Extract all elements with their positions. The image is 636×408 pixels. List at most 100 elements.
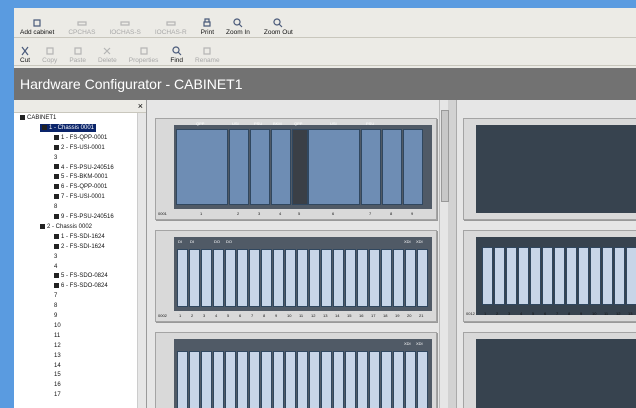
tree-node-slot[interactable]: 17	[54, 391, 61, 399]
module-slot[interactable]	[308, 129, 360, 205]
tree-node-slot[interactable]: 4 - FS-PSU-240516	[54, 164, 114, 172]
module-slot[interactable]	[405, 249, 416, 307]
module-slot[interactable]	[345, 249, 356, 307]
module-slot[interactable]	[201, 351, 212, 408]
module-slot[interactable]	[417, 351, 428, 408]
tree-node-slot[interactable]: 5 - FS-SDO-0824	[54, 272, 108, 280]
tree-node-slot[interactable]: 7	[54, 292, 57, 300]
module-slot[interactable]	[405, 351, 416, 408]
toolbar-button-print[interactable]: Print	[201, 18, 214, 36]
tree-node-slot[interactable]: 10	[54, 322, 61, 330]
toolbar-button-find[interactable]: Find	[170, 46, 183, 64]
module-slot[interactable]	[249, 351, 260, 408]
module-slot[interactable]	[369, 249, 380, 307]
module-slot[interactable]	[578, 247, 589, 305]
tree-node-slot[interactable]: 6 - FS-QPP-0001	[54, 183, 107, 191]
module-slot[interactable]	[626, 247, 636, 305]
close-panel-button[interactable]: ×	[138, 100, 143, 112]
module-slot[interactable]	[530, 247, 541, 305]
module-slot[interactable]	[333, 249, 344, 307]
module-slot[interactable]	[261, 249, 272, 307]
tree-node-slot[interactable]: 14	[54, 362, 61, 370]
tree-node-slot[interactable]: 5 - FS-BKM-0001	[54, 173, 108, 181]
module-slot[interactable]	[345, 351, 356, 408]
module-slot[interactable]	[297, 351, 308, 408]
module-slot[interactable]	[229, 129, 249, 205]
canvas-scrollbar[interactable]	[439, 100, 449, 408]
module-slot[interactable]	[225, 351, 236, 408]
module-slot[interactable]	[225, 249, 236, 307]
module-slot[interactable]	[518, 247, 529, 305]
module-slot[interactable]	[261, 351, 272, 408]
toolbar-button-add-cabinet[interactable]: Add cabinet	[20, 18, 54, 36]
toolbar-button-iochas-r[interactable]: IOCHAS-R	[155, 18, 187, 36]
tree-node-slot[interactable]: 6 - FS-SDO-0824	[54, 282, 108, 290]
tree-node-slot[interactable]: 9	[54, 312, 57, 320]
module-slot[interactable]	[176, 129, 228, 205]
module-slot[interactable]	[177, 351, 188, 408]
module-slot[interactable]	[285, 351, 296, 408]
scrollbar-thumb[interactable]	[441, 110, 449, 202]
module-slot[interactable]	[237, 351, 248, 408]
module-slot[interactable]	[566, 247, 577, 305]
module-slot[interactable]	[357, 249, 368, 307]
module-slot[interactable]	[213, 351, 224, 408]
module-slot[interactable]	[393, 351, 404, 408]
tree-node-chassis[interactable]: 1 - Chassis 0001	[40, 123, 97, 132]
tree-node-slot[interactable]: 16	[54, 381, 61, 389]
module-slot[interactable]	[177, 249, 188, 307]
chassis-right-2[interactable]: 1 2 3 4 5 6 7 8 9 10 11 12 13 0012	[463, 230, 636, 322]
module-slot[interactable]	[417, 249, 428, 307]
tree-node-chassis[interactable]: 2 - Chassis 0002	[40, 223, 92, 231]
module-slot[interactable]	[361, 129, 381, 205]
chassis-right-3[interactable]	[463, 332, 636, 408]
module-slot[interactable]	[201, 249, 212, 307]
tree-node-cabinet[interactable]: CABINET1	[20, 114, 56, 122]
tree-node-slot[interactable]: 13	[54, 352, 61, 360]
tree-node-slot[interactable]: 3	[54, 154, 57, 162]
tree-node-slot[interactable]: 12	[54, 342, 61, 350]
module-slot[interactable]	[189, 249, 200, 307]
module-slot[interactable]	[297, 249, 308, 307]
module-slot[interactable]	[482, 247, 493, 305]
module-slot[interactable]	[250, 129, 270, 205]
module-slot[interactable]	[249, 249, 260, 307]
toolbar-button-cpchas[interactable]: CPCHAS	[68, 18, 95, 36]
tree-node-slot[interactable]: 9 - FS-PSU-240516	[54, 213, 114, 221]
tree-node-slot[interactable]: 15	[54, 371, 61, 379]
module-slot[interactable]	[321, 249, 332, 307]
chassis-0003[interactable]: XDI XDI	[155, 332, 437, 408]
chassis-0001[interactable]: 1 2 3 4 5 6 7 8 9 QPP USI PSU BKM QPP USI PSU 0001	[155, 118, 437, 220]
toolbar-button-paste[interactable]: Paste	[69, 46, 86, 64]
module-slot[interactable]	[285, 249, 296, 307]
toolbar-button-zoom-in[interactable]: Zoom In	[226, 18, 250, 36]
module-slot[interactable]	[494, 247, 505, 305]
tree-node-slot[interactable]: 2 - FS-USI-0001	[54, 144, 105, 152]
toolbar-button-rename[interactable]: Rename	[195, 46, 220, 64]
tree-node-slot[interactable]: 7 - FS-USI-0001	[54, 193, 105, 201]
tree-node-slot[interactable]: 3	[54, 253, 57, 261]
module-slot[interactable]	[273, 249, 284, 307]
module-slot[interactable]	[590, 247, 601, 305]
module-slot[interactable]	[309, 249, 320, 307]
tree-node-slot[interactable]: 1 - FS-SDI-1624	[54, 233, 105, 241]
toolbar-button-delete[interactable]: Delete	[98, 46, 117, 64]
module-slot[interactable]	[381, 351, 392, 408]
module-slot[interactable]	[357, 351, 368, 408]
tree-scrollbar[interactable]	[137, 113, 146, 408]
toolbar-button-properties[interactable]: Properties	[129, 46, 158, 64]
chassis-right-1[interactable]	[463, 118, 636, 220]
module-slot[interactable]	[237, 249, 248, 307]
tree-node-slot[interactable]: 11	[54, 332, 60, 340]
module-slot[interactable]	[542, 247, 553, 305]
module-slot[interactable]	[602, 247, 613, 305]
module-slot[interactable]	[614, 247, 625, 305]
module-slot[interactable]	[403, 129, 423, 205]
module-slot[interactable]	[554, 247, 565, 305]
module-slot[interactable]	[506, 247, 517, 305]
module-slot[interactable]	[393, 249, 404, 307]
toolbar-button-copy[interactable]: Copy	[42, 46, 57, 64]
module-slot[interactable]	[213, 249, 224, 307]
toolbar-button-cut[interactable]: Cut	[20, 46, 30, 64]
chassis-0002[interactable]: 1 2 3 4 5 6 7 8 9 10 11 12 13 14 15 16 17 18 19 20 21 DI DI DO D…	[155, 230, 437, 322]
